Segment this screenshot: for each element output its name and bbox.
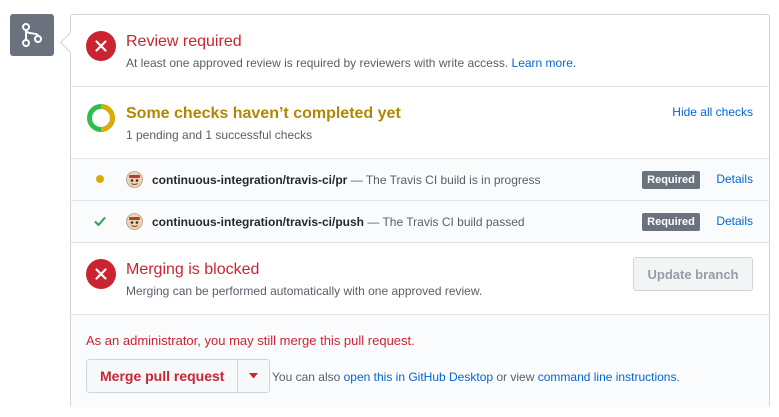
review-required-section: Review required At least one approved re… <box>71 15 769 87</box>
checks-title: Some checks haven’t completed yet <box>126 105 401 122</box>
checks-summary: 1 pending and 1 successful checks <box>126 128 313 142</box>
details-link[interactable]: Details <box>716 214 753 228</box>
check-icon <box>93 214 107 228</box>
triangle-down-icon <box>249 373 259 379</box>
merge-method-dropdown[interactable] <box>238 359 271 393</box>
also-prefix: You can also <box>272 370 344 384</box>
alternative-merge-text: You can also open this in GitHub Desktop… <box>272 370 680 384</box>
pending-dot-icon <box>93 172 107 186</box>
check-context: continuous-integration/travis-ci/push <box>152 215 365 229</box>
travis-ci-icon <box>126 171 143 188</box>
merging-blocked-description: Merging can be performed automatically w… <box>126 284 483 298</box>
check-separator: — <box>347 173 366 187</box>
branch-badge <box>10 14 54 56</box>
check-text: continuous-integration/travis-ci/push — … <box>152 215 525 229</box>
review-required-description: At least one approved review is required… <box>126 56 576 70</box>
learn-more-link[interactable]: Learn more. <box>512 56 577 70</box>
review-required-title: Review required <box>126 33 242 50</box>
pending-ring-icon <box>87 104 115 132</box>
merge-status-box: Review required At least one approved re… <box>70 14 770 408</box>
merge-button-group: Merge pull request <box>86 359 271 393</box>
required-label: Required <box>642 171 700 189</box>
review-description-text: At least one approved review is required… <box>126 56 509 70</box>
merging-blocked-section: Merging is blocked Merging can be perfor… <box>71 243 769 315</box>
command-line-instructions-link[interactable]: command line instructions <box>538 370 677 384</box>
checks-summary-section: Some checks haven’t completed yet 1 pend… <box>71 87 769 159</box>
details-link[interactable]: Details <box>716 172 753 186</box>
merging-blocked-title: Merging is blocked <box>126 261 260 278</box>
x-circle-icon <box>86 31 116 61</box>
check-description: The Travis CI build passed <box>382 215 525 229</box>
git-branch-icon <box>22 23 42 47</box>
check-row: continuous-integration/travis-ci/pr — Th… <box>71 159 769 201</box>
travis-ci-icon <box>126 213 143 230</box>
required-label: Required <box>642 213 700 231</box>
github-desktop-link[interactable]: open this in GitHub Desktop <box>344 370 493 384</box>
or-view-text: or view <box>493 370 538 384</box>
update-branch-button[interactable]: Update branch <box>633 257 753 291</box>
merge-pull-request-button[interactable]: Merge pull request <box>86 359 239 393</box>
period-text: . <box>676 370 680 384</box>
hide-all-checks-link[interactable]: Hide all checks <box>672 105 753 119</box>
check-description: The Travis CI build is in progress <box>365 173 541 187</box>
merge-actions-section: As an administrator, you may still merge… <box>71 315 769 408</box>
check-separator: — <box>364 215 383 229</box>
admin-note: As an administrator, you may still merge… <box>86 333 415 348</box>
check-context: continuous-integration/travis-ci/pr <box>152 173 348 187</box>
x-circle-icon <box>86 259 116 289</box>
check-row: continuous-integration/travis-ci/push — … <box>71 201 769 243</box>
check-text: continuous-integration/travis-ci/pr — Th… <box>152 173 541 187</box>
